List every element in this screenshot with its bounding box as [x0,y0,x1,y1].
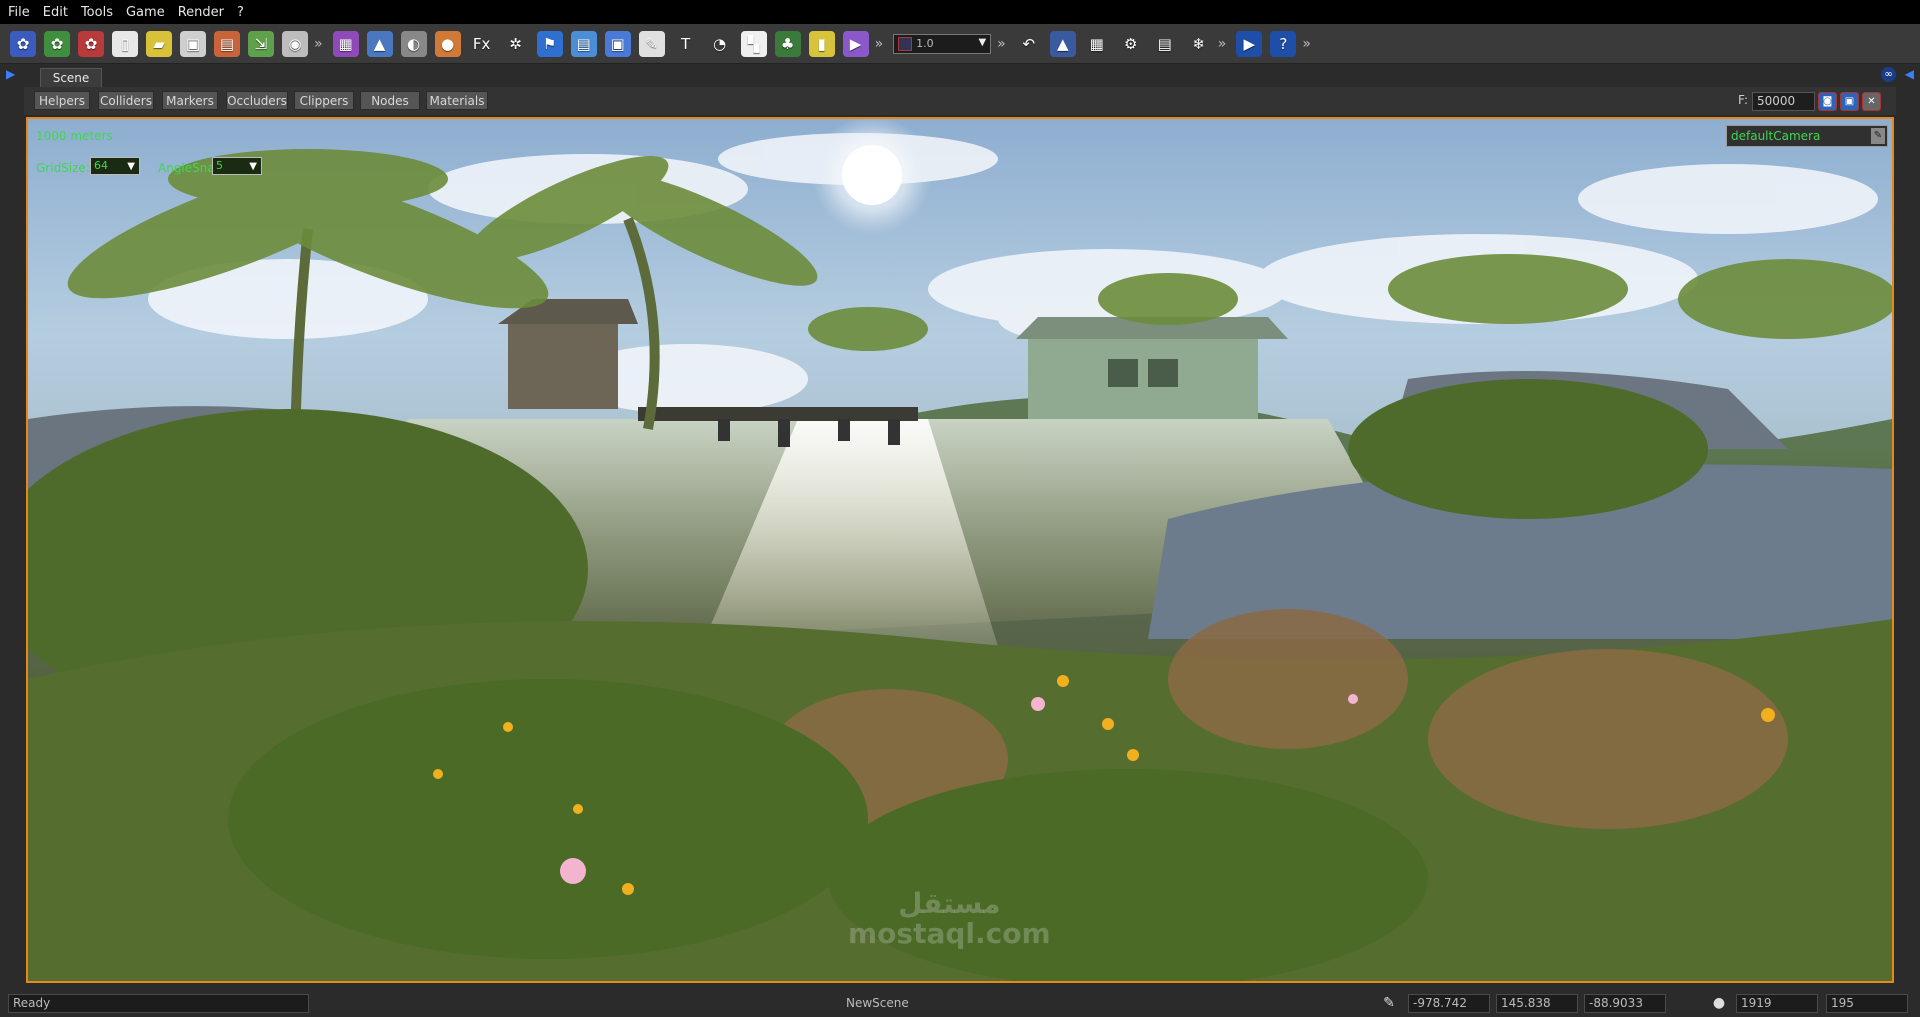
resolution-height-field: 195 [1826,994,1908,1013]
toolbar-group-run: ▶? [1236,30,1304,57]
save-as-icon[interactable]: ▤ [214,30,240,57]
open-project-icon[interactable]: ✿ [44,30,70,57]
menu-help[interactable]: ? [237,5,244,20]
camera-pick-icon[interactable]: ✎ [1871,128,1885,144]
grid-size-select[interactable]: 64 ▼ [90,157,140,175]
far-clip-input[interactable]: 50000 [1752,92,1815,111]
menu-file[interactable]: File [8,5,30,20]
toolbar-group-weather: ❄ [1186,31,1220,57]
version-select[interactable]: 1.0 ▼ [893,33,992,54]
scene-viewport[interactable]: 1000 meters GridSize: 64 ▼ AngleSnap 5 ▼… [26,117,1894,983]
watermark: مستقل mostaql.com [848,889,1051,949]
panel-expand-right-icon[interactable]: ◀ [1905,67,1914,81]
position-icon: ✎ [1383,995,1395,1011]
scene-render [28,119,1892,981]
watermark-arabic: مستقل [898,887,1001,920]
cube-icon[interactable]: ▦ [332,30,359,57]
note-icon[interactable]: ▮ [808,30,835,57]
filter-markers-button[interactable]: Markers [162,91,218,110]
new-scene-icon[interactable]: ▯ [112,30,138,57]
import-icon[interactable]: ⇲ [248,30,274,57]
scale-indicator: 1000 meters [36,129,113,143]
grid-size-label: GridSize: [36,161,90,175]
position-y-field: 145.838 [1496,994,1578,1013]
document-tab-strip: ▶ Scene ∞ ◀ [0,65,1920,88]
version-icon [898,36,913,51]
menu-game[interactable]: Game [126,5,165,20]
grid-icon[interactable]: ▦ [1084,31,1110,57]
sound-icon[interactable]: ◔ [707,31,733,57]
chevron-down-icon: ▼ [978,36,987,48]
toolbar-overflow-icon[interactable]: » [1218,36,1227,52]
link-icon[interactable]: ∞ [1881,67,1896,82]
position-x-field: -978.742 [1408,994,1490,1013]
filter-colliders-button[interactable]: Colliders [98,91,154,110]
far-clip-label: F: [1738,93,1749,107]
gear-wheel-icon[interactable]: ✲ [503,31,529,57]
mouse-icon[interactable]: ◐ [400,30,427,57]
resolution-width-field: 1919 [1736,994,1818,1013]
viewport-options-icon[interactable]: ✕ [1862,92,1881,111]
sphere-icon[interactable]: ● [434,30,461,57]
watermark-url: mostaql.com [848,917,1051,950]
grid-size-value: 64 [94,159,108,172]
checker-icon[interactable]: ▚ [740,30,767,57]
menu-render[interactable]: Render [178,5,224,20]
filter-helpers-button[interactable]: Helpers [34,91,90,110]
viewport-filter-bar: Helpers Colliders Markers Occluders Clip… [24,87,1896,115]
group-icon[interactable]: ▣ [604,30,631,57]
toolbar-group-create: ▦ ▲ ◐ ● Fx ✲ ⚑ ▤ ▣ ✎ T ◔ ▚ ♣ ▮ ▶ [332,30,877,57]
undo-icon[interactable]: ↶ [1016,31,1042,57]
angle-snap-select[interactable]: 5 ▼ [212,157,262,175]
tree-icon[interactable]: ♣ [774,30,801,57]
terrain-icon[interactable]: ▲ [366,30,393,57]
document-icon[interactable]: ▤ [570,30,597,57]
play-icon[interactable]: ▶ [1236,30,1263,57]
settings-icon[interactable]: ⚙ [1118,31,1144,57]
video-icon[interactable]: ▶ [842,30,869,57]
main-toolbar: ✿ ✿ ✿ ▯ ▰ ▣ ▤ ⇲ ◉ » ▦ ▲ ◐ ● Fx ✲ ⚑ ▤ ▣ ✎ T ◔ ▚ ♣ ▮ ▶ » 1.0 ▼ » … [0,24,1920,64]
terrain-tool-icon[interactable]: ▲ [1049,30,1076,57]
toolbar-overflow-icon[interactable]: » [875,36,884,52]
panel-expand-left-icon[interactable]: ▶ [6,67,15,81]
toolbar-overflow-icon[interactable]: » [997,36,1006,52]
filter-clippers-button[interactable]: Clippers [294,91,354,110]
menu-edit[interactable]: Edit [43,5,68,20]
open-scene-icon[interactable]: ▰ [146,30,172,57]
status-message: Ready [8,994,309,1013]
notepad-icon[interactable]: ✎ [638,30,665,57]
camera-select[interactable]: defaultCamera ✎ [1726,125,1888,147]
menu-tools[interactable]: Tools [81,5,113,20]
toolbar-overflow-icon[interactable]: » [314,36,323,52]
screenshot-icon[interactable]: ▣ [1840,92,1859,111]
toolbar-group-edit: ↶ ▲ ▦ ⚙ ▤ [1016,30,1186,57]
resolution-icon: ● [1712,995,1726,1011]
filter-occluders-button[interactable]: Occluders [226,91,288,110]
help-icon[interactable]: ? [1270,30,1297,57]
text-icon[interactable]: T [673,31,699,57]
angle-snap-value: 5 [216,159,223,172]
keyboard-icon[interactable]: ▤ [1152,31,1178,57]
chevron-down-icon: ▼ [249,161,257,172]
fx-icon[interactable]: Fx [469,31,495,57]
position-z-field: -88.9033 [1584,994,1666,1013]
filter-materials-button[interactable]: Materials [426,91,488,110]
save-icon[interactable]: ▣ [180,30,206,57]
disc-icon[interactable]: ◉ [282,30,308,57]
camera-view-icon[interactable]: ◙ [1818,92,1837,111]
tab-scene[interactable]: Scene [40,68,102,88]
menu-bar: File Edit Tools Game Render ? [0,0,1920,24]
new-project-icon[interactable]: ✿ [10,30,36,57]
camera-name: defaultCamera [1731,129,1821,143]
status-bar: Ready NewScene ✎ -978.742 145.838 -88.90… [0,991,1920,1017]
chevron-down-icon: ▼ [127,161,135,172]
project-settings-icon[interactable]: ✿ [78,30,104,57]
toolbar-group-file: ✿ ✿ ✿ ▯ ▰ ▣ ▤ ⇲ ◉ [10,30,316,57]
filter-nodes-button[interactable]: Nodes [360,91,420,110]
version-value: 1.0 [916,37,934,50]
flag-icon[interactable]: ⚑ [536,30,563,57]
toolbar-overflow-icon[interactable]: » [1302,36,1311,52]
snow-icon[interactable]: ❄ [1186,31,1212,57]
scene-name: NewScene [846,996,909,1010]
